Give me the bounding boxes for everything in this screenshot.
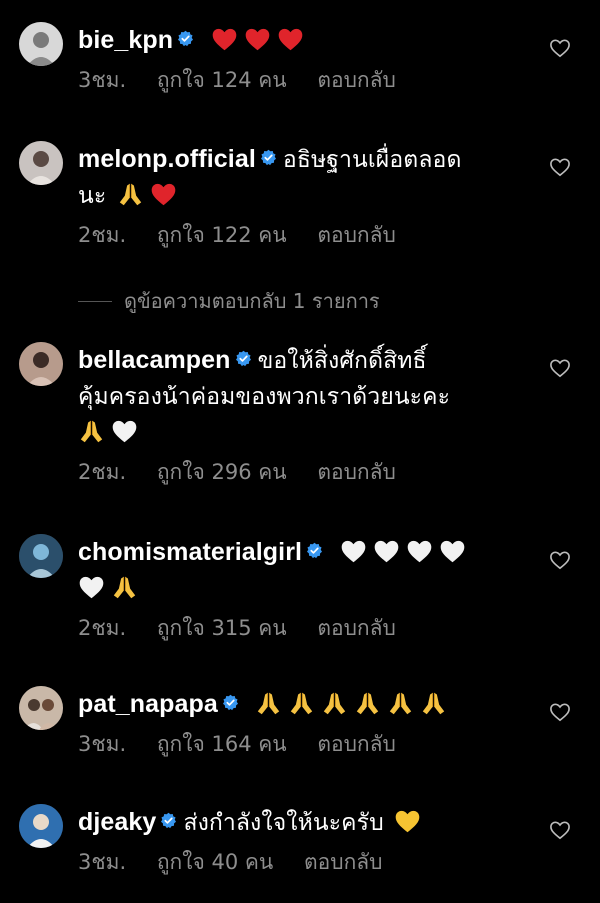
avatar[interactable] — [19, 534, 63, 578]
comment-text: นะ — [78, 183, 107, 209]
verified-badge-icon — [160, 812, 177, 829]
white-heart-icon — [373, 538, 400, 565]
folded-hands-icon — [321, 690, 348, 717]
white-heart-icon — [439, 538, 466, 565]
comment-time: 3ชม. — [78, 68, 127, 92]
folded-hands-icon — [111, 574, 138, 601]
like-heart-icon[interactable] — [549, 358, 571, 378]
folded-hands-icon — [387, 690, 414, 717]
red-heart-icon — [277, 26, 304, 53]
reply-button[interactable]: ตอบกลับ — [304, 850, 383, 874]
folded-hands-icon — [420, 690, 447, 717]
comment-time: 3ชม. — [78, 850, 127, 874]
like-heart-icon[interactable] — [549, 820, 571, 840]
like-count[interactable]: ถูกใจ 296 คน — [157, 460, 287, 484]
avatar[interactable] — [19, 22, 63, 66]
verified-badge-icon — [235, 350, 252, 367]
view-replies-button[interactable]: ดูข้อความตอบกลับ 1 รายการ — [78, 285, 380, 317]
verified-badge-icon — [260, 149, 277, 166]
username[interactable]: bellacampen — [78, 346, 231, 374]
red-heart-icon — [211, 26, 238, 53]
like-heart-icon[interactable] — [549, 157, 571, 177]
reply-button[interactable]: ตอบกลับ — [317, 68, 396, 92]
verified-badge-icon — [306, 542, 323, 559]
white-heart-icon — [340, 538, 367, 565]
divider-line — [78, 301, 112, 302]
avatar[interactable] — [19, 342, 63, 386]
comment-time: 2ชม. — [78, 223, 127, 247]
reply-button[interactable]: ตอบกลับ — [317, 223, 396, 247]
reply-button[interactable]: ตอบกลับ — [317, 616, 396, 640]
verified-badge-icon — [222, 694, 239, 711]
comment-time: 3ชม. — [78, 732, 127, 756]
like-heart-icon[interactable] — [549, 38, 571, 58]
reply-button[interactable]: ตอบกลับ — [317, 460, 396, 484]
view-replies-label: ดูข้อความตอบกลับ 1 รายการ — [124, 289, 380, 313]
yellow-heart-icon — [394, 808, 421, 835]
like-count[interactable]: ถูกใจ 122 คน — [157, 223, 287, 247]
comment-text: ขอให้สิ่งศักดิ์สิทธิ์ — [257, 348, 427, 374]
verified-badge-icon — [177, 30, 194, 47]
folded-hands-icon — [78, 418, 105, 445]
comment-time: 2ชม. — [78, 616, 127, 640]
white-heart-icon — [78, 574, 105, 601]
username[interactable]: djeaky — [78, 808, 156, 836]
like-count[interactable]: ถูกใจ 315 คน — [157, 616, 287, 640]
white-heart-icon — [111, 418, 138, 445]
folded-hands-icon — [117, 181, 144, 208]
like-heart-icon[interactable] — [549, 550, 571, 570]
comment-text: คุ้มครองน้าค่อมของพวกเราด้วยนะคะ — [78, 384, 451, 410]
username[interactable]: melonp.official — [78, 145, 256, 173]
white-heart-icon — [406, 538, 433, 565]
like-heart-icon[interactable] — [549, 702, 571, 722]
username[interactable]: chomismaterialgirl — [78, 538, 302, 566]
username[interactable]: pat_napapa — [78, 690, 218, 718]
avatar[interactable] — [19, 804, 63, 848]
like-count[interactable]: ถูกใจ 40 คน — [157, 850, 273, 874]
comment-time: 2ชม. — [78, 460, 127, 484]
folded-hands-icon — [354, 690, 381, 717]
comment-text: ส่งกำลังใจให้นะครับ — [183, 810, 384, 836]
reply-button[interactable]: ตอบกลับ — [317, 732, 396, 756]
red-heart-icon — [244, 26, 271, 53]
avatar[interactable] — [19, 141, 63, 185]
comment-text: อธิษฐานเผื่อตลอด — [282, 147, 462, 173]
like-count[interactable]: ถูกใจ 124 คน — [157, 68, 287, 92]
folded-hands-icon — [255, 690, 282, 717]
red-heart-icon — [150, 181, 177, 208]
username[interactable]: bie_kpn — [78, 26, 173, 54]
folded-hands-icon — [288, 690, 315, 717]
like-count[interactable]: ถูกใจ 164 คน — [157, 732, 287, 756]
avatar[interactable] — [19, 686, 63, 730]
